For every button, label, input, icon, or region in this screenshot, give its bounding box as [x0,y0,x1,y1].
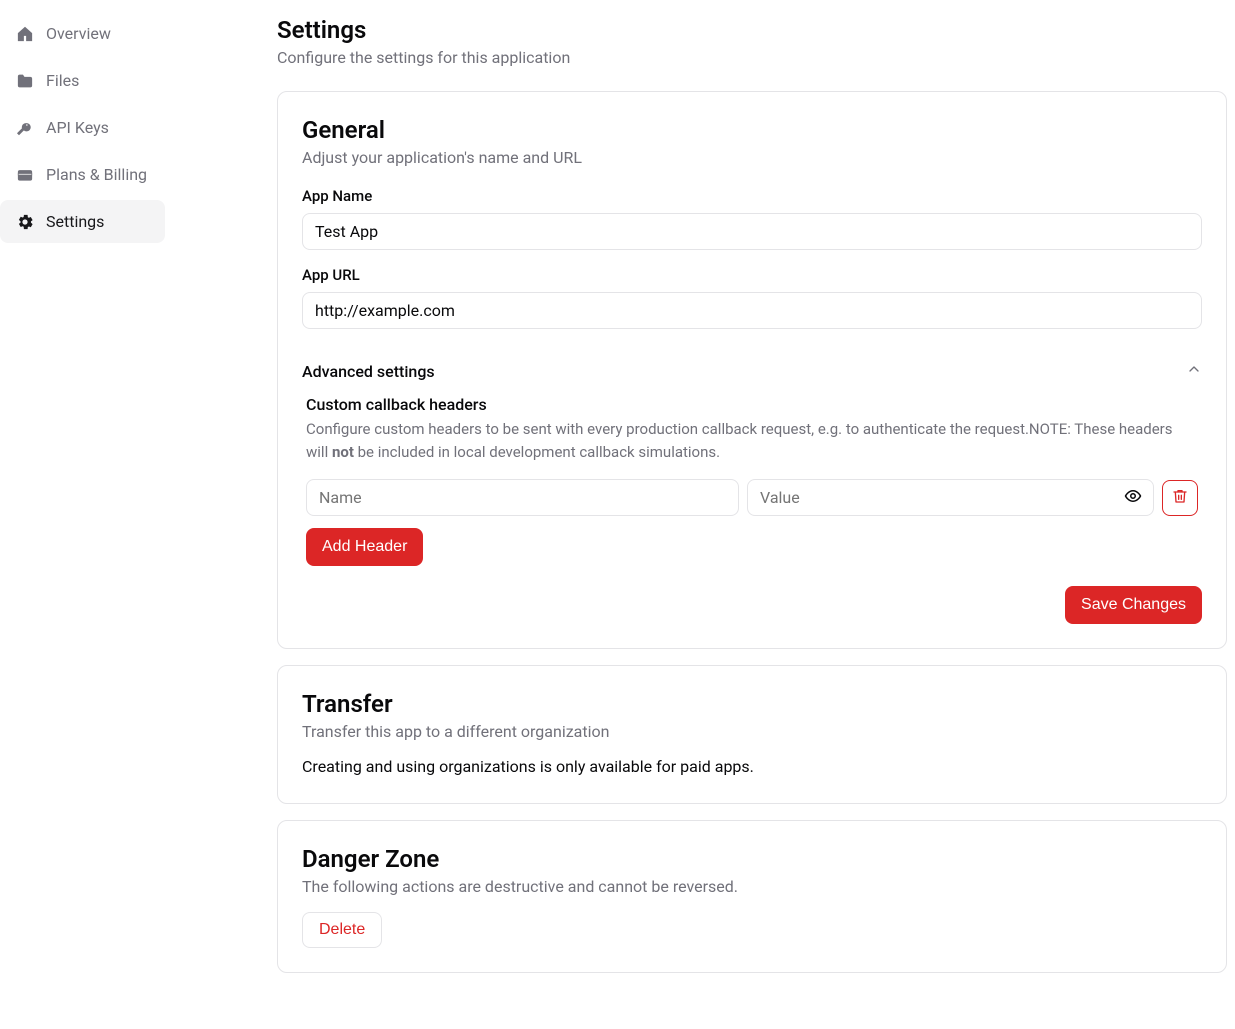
delete-header-button[interactable] [1162,480,1198,516]
page-title: Settings [277,16,1227,44]
sidebar-item-settings[interactable]: Settings [0,200,165,243]
callback-headers-description: Configure custom headers to be sent with… [306,418,1198,463]
callback-header-row [306,479,1198,516]
transfer-body: Creating and using organizations is only… [302,755,1202,779]
danger-title: Danger Zone [302,845,1202,873]
danger-zone-card: Danger Zone The following actions are de… [277,820,1227,973]
app-url-input[interactable] [302,292,1202,329]
sidebar-item-api-keys[interactable]: API Keys [0,106,165,149]
advanced-settings-label: Advanced settings [302,362,435,381]
add-header-button[interactable]: Add Header [306,528,423,566]
sidebar-item-label: API Keys [46,118,109,137]
chevron-up-icon [1186,361,1202,381]
app-url-label: App URL [302,266,1202,284]
general-description: Adjust your application's name and URL [302,148,1202,167]
trash-icon [1172,488,1188,507]
eye-icon [1124,487,1142,508]
sidebar-item-plans-billing[interactable]: Plans & Billing [0,153,165,196]
folder-icon [16,72,34,90]
app-name-input[interactable] [302,213,1202,250]
sidebar: Overview Files API Keys Plans & Billing … [0,0,165,1029]
delete-button[interactable]: Delete [302,912,382,948]
home-icon [16,25,34,43]
callback-headers-title: Custom callback headers [306,395,1198,414]
general-title: General [302,116,1202,144]
key-icon [16,119,34,137]
advanced-settings-toggle[interactable]: Advanced settings [302,345,1202,391]
sidebar-item-label: Overview [46,24,111,43]
danger-description: The following actions are destructive an… [302,877,1202,896]
sidebar-item-label: Plans & Billing [46,165,147,184]
sidebar-item-files[interactable]: Files [0,59,165,102]
transfer-description: Transfer this app to a different organiz… [302,722,1202,741]
advanced-settings-panel: Custom callback headers Configure custom… [302,391,1202,566]
page-description: Configure the settings for this applicat… [277,48,1227,67]
save-row: Save Changes [302,586,1202,624]
general-card: General Adjust your application's name a… [277,91,1227,649]
billing-icon [16,166,34,184]
transfer-card: Transfer Transfer this app to a differen… [277,665,1227,804]
header-value-wrapper [747,479,1154,516]
save-changes-button[interactable]: Save Changes [1065,586,1202,624]
header-value-input[interactable] [747,479,1154,516]
toggle-visibility-button[interactable] [1122,485,1144,510]
transfer-title: Transfer [302,690,1202,718]
header-name-input[interactable] [306,479,739,516]
main-content: Settings Configure the settings for this… [277,0,1235,1029]
sidebar-item-overview[interactable]: Overview [0,12,165,55]
sidebar-item-label: Files [46,71,79,90]
sidebar-item-label: Settings [46,212,104,231]
app-name-label: App Name [302,187,1202,205]
gear-icon [16,213,34,231]
